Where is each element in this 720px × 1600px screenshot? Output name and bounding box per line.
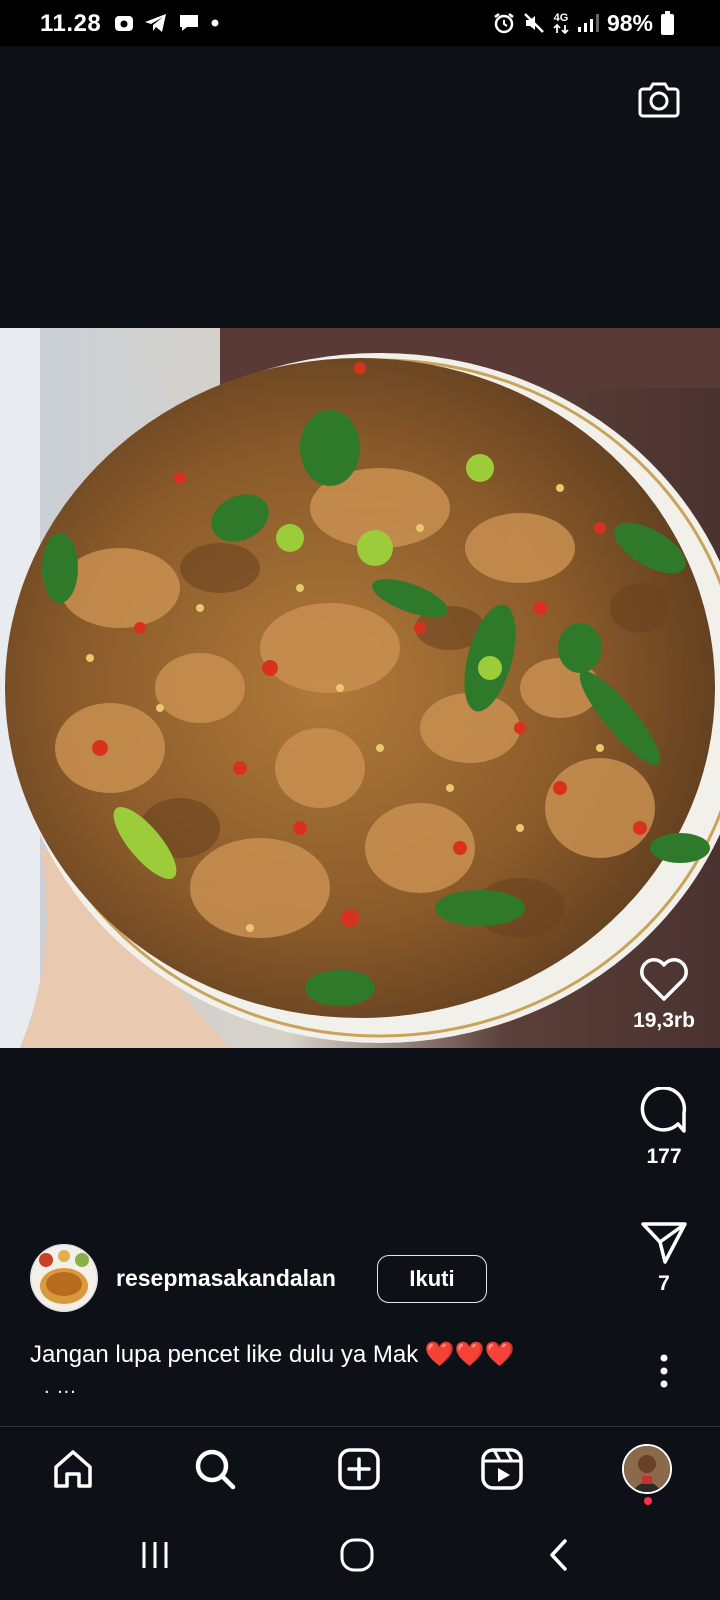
status-notification-icons (114, 12, 220, 34)
nav-create-button[interactable] (333, 1443, 385, 1495)
follow-button[interactable]: Ikuti (377, 1255, 487, 1303)
chat-icon (180, 15, 198, 31)
network-4g-icon: 4G (553, 11, 569, 34)
mute-icon (524, 13, 544, 33)
more-options-button[interactable] (630, 1354, 698, 1388)
system-navigation-bar (0, 1511, 720, 1600)
nav-home-button[interactable] (47, 1443, 99, 1495)
recent-apps-icon (142, 1542, 168, 1568)
camera-button[interactable] (636, 76, 682, 122)
share-action[interactable]: 7 (630, 1218, 698, 1296)
comment-icon (640, 1087, 687, 1133)
more-vertical-icon (660, 1354, 668, 1388)
system-back-button[interactable] (534, 1533, 584, 1577)
gallery-notification-icon (115, 16, 133, 31)
system-home-button[interactable] (332, 1533, 382, 1577)
signal-icon (577, 14, 599, 32)
reel-top-area (0, 46, 720, 328)
home-icon (54, 1450, 92, 1488)
nav-reels-button[interactable] (476, 1443, 528, 1495)
comment-count: 177 (646, 1145, 682, 1168)
caption-more[interactable]: . ... (44, 1376, 77, 1399)
heart-icon (640, 958, 688, 1001)
post-caption[interactable]: Jangan lupa pencet like dulu ya Mak ❤️❤️… (30, 1340, 515, 1369)
send-icon (641, 1222, 687, 1264)
like-action[interactable]: 19,3rb (630, 955, 698, 1033)
bottom-navigation (0, 1427, 720, 1511)
search-icon (195, 1449, 236, 1490)
reels-icon (481, 1448, 523, 1490)
battery-percentage: 98% (606, 9, 653, 36)
author-avatar[interactable] (30, 1244, 98, 1312)
create-icon (338, 1448, 380, 1490)
status-time: 11.28 (40, 10, 102, 37)
battery-icon (661, 11, 674, 35)
telegram-icon (145, 14, 166, 32)
camera-icon (638, 82, 680, 118)
nav-search-button[interactable] (189, 1443, 241, 1495)
profile-notification-dot (644, 1497, 652, 1505)
dot-icon (211, 19, 219, 27)
back-icon (550, 1539, 567, 1571)
nav-profile-button[interactable] (621, 1443, 673, 1495)
home-circle-icon (340, 1538, 374, 1572)
post-media-image[interactable] (0, 328, 720, 1048)
network-label: 4G (553, 11, 569, 24)
comment-action[interactable]: 177 (630, 1087, 698, 1169)
profile-avatar (622, 1444, 672, 1494)
like-count: 19,3rb (633, 1009, 695, 1032)
share-count: 7 (658, 1272, 670, 1295)
status-bar: 11.28 4G 98% (0, 0, 720, 46)
author-username[interactable]: resepmasakandalan (116, 1265, 336, 1292)
recent-apps-button[interactable] (130, 1533, 180, 1577)
alarm-icon (494, 13, 514, 34)
status-system-icons: 4G 98% (493, 10, 674, 36)
